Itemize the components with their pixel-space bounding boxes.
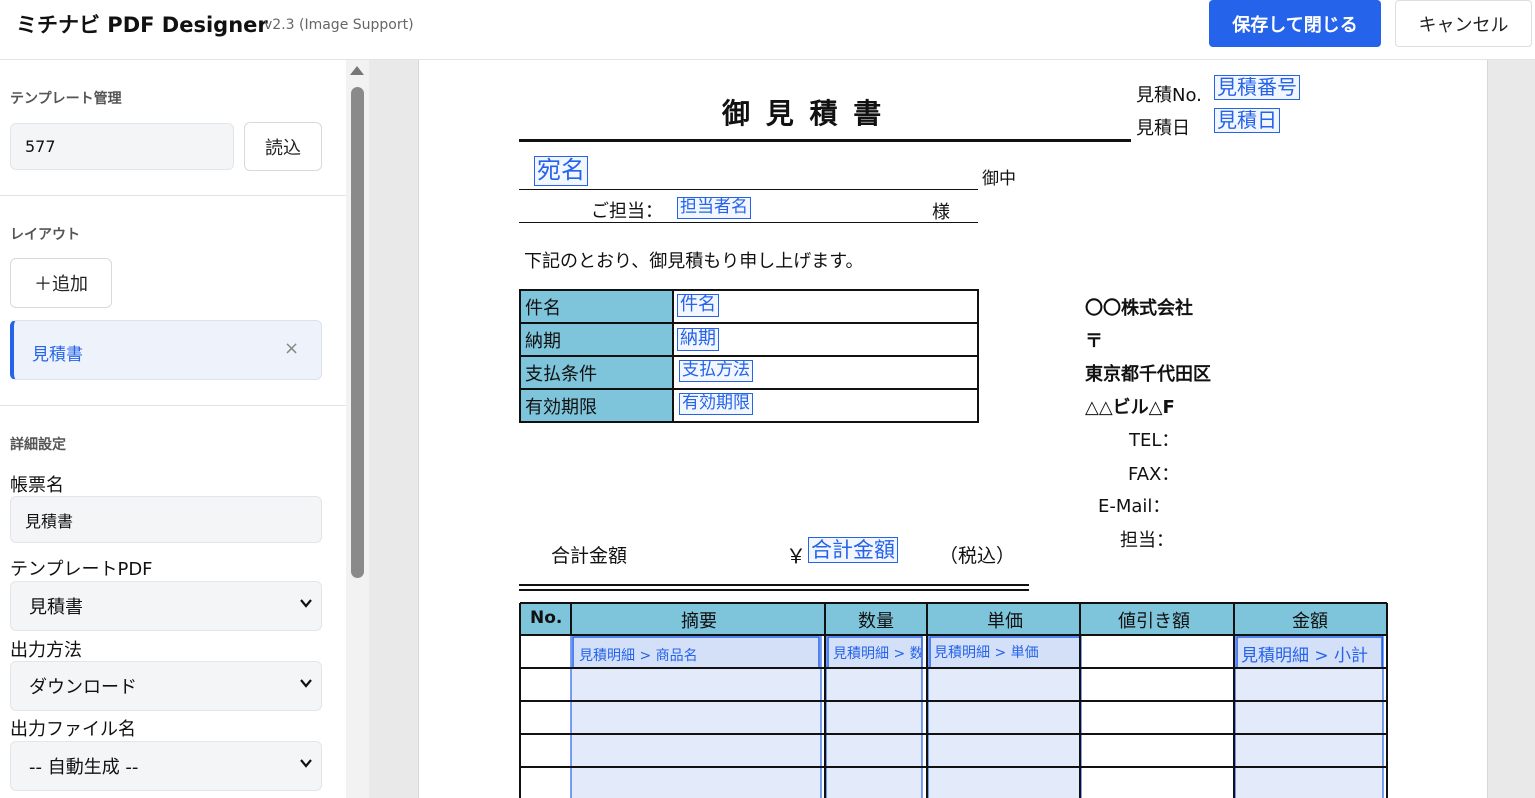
info-label: 支払条件	[525, 364, 597, 385]
app-header: ミチナビ PDF Designer v2.3 (Image Support) 保…	[0, 0, 1535, 60]
output-method-select[interactable]: ダウンロード	[10, 661, 322, 711]
load-button[interactable]: 読込	[244, 122, 322, 171]
scroll-up-arrow-icon[interactable]	[350, 66, 364, 75]
chevron-down-icon	[300, 599, 312, 608]
addressee-field[interactable]: 宛名	[534, 156, 588, 186]
detail-qty-field[interactable]: 見積明細 > 数	[833, 643, 921, 663]
form-name-label: 帳票名	[10, 475, 64, 496]
sama-label: 様	[932, 202, 950, 223]
add-layout-button[interactable]: ＋追加	[10, 258, 112, 308]
output-filename-label: 出力ファイル名	[10, 719, 136, 740]
chevron-down-icon	[300, 759, 312, 768]
table-header: 単価	[987, 611, 1023, 632]
cancel-button[interactable]: キャンセル	[1395, 0, 1532, 47]
company-tel: TEL：	[1129, 430, 1180, 451]
table-header: No.	[530, 608, 563, 628]
detail-section-title: 詳細設定	[10, 437, 66, 453]
addressee-underline	[519, 189, 978, 190]
company-address2: △△ビル△F	[1085, 397, 1175, 418]
company-fax: FAX：	[1128, 464, 1180, 485]
total-underline-top	[519, 584, 1029, 586]
divider	[0, 195, 346, 196]
template-pdf-value: 見積書	[29, 597, 83, 618]
detail-table-grid	[519, 602, 1388, 798]
intro-text: 下記のとおり、御見積もり申し上げます。	[524, 251, 864, 272]
app-version: v2.3 (Image Support)	[264, 17, 414, 33]
template-section-title: テンプレート管理	[10, 91, 122, 107]
table-header: 数量	[858, 611, 894, 632]
info-label: 件名	[525, 298, 561, 319]
close-icon[interactable]: ×	[284, 338, 299, 359]
divider	[0, 405, 346, 406]
yen-sign: ￥	[786, 544, 806, 568]
quote-date-field[interactable]: 見積日	[1214, 108, 1280, 133]
table-header: 摘要	[681, 611, 717, 632]
contact-field[interactable]: 担当者名	[677, 197, 751, 219]
layout-section-title: レイアウト	[10, 227, 80, 243]
save-and-close-button[interactable]: 保存して閉じる	[1209, 0, 1381, 47]
total-label: 合計金額	[551, 545, 628, 567]
layout-item[interactable]: 見積書 ×	[10, 320, 322, 380]
quote-no-label: 見積No.	[1136, 85, 1202, 106]
scroll-thumb[interactable]	[351, 87, 364, 578]
app-title: ミチナビ PDF Designer	[16, 13, 268, 37]
table-header: 値引き額	[1118, 611, 1190, 632]
company-person: 担当：	[1120, 530, 1174, 551]
info-label: 納期	[525, 331, 561, 352]
output-method-label: 出力方法	[10, 640, 82, 661]
info-label: 有効期限	[525, 397, 597, 418]
company-email: E-Mail：	[1098, 496, 1171, 517]
document-title: 御 見 積 書	[722, 97, 885, 130]
onchu-label: 御中	[982, 169, 1016, 189]
form-name-input[interactable]: 見積書	[10, 496, 322, 543]
detail-price-field[interactable]: 見積明細 > 単価	[934, 642, 1039, 662]
total-field[interactable]: 合計金額	[808, 537, 898, 564]
company-postal: 〒	[1085, 331, 1103, 352]
contact-underline	[519, 222, 978, 223]
output-filename-select[interactable]: -- 自動生成 --	[10, 741, 322, 791]
template-pdf-select[interactable]: 見積書	[10, 581, 322, 631]
contact-label: ご担当：	[591, 201, 663, 222]
title-underline	[519, 139, 1131, 142]
layout-item-label: 見積書	[32, 345, 83, 365]
template-id-input[interactable]: 577	[10, 123, 234, 170]
sidebar: テンプレート管理 577 読込 レイアウト ＋追加 見積書 × 詳細設定 帳票名…	[0, 60, 346, 798]
info-field[interactable]: 件名	[677, 294, 719, 317]
detail-amount-field[interactable]: 見積明細 > 小計	[1241, 641, 1368, 666]
output-filename-value: -- 自動生成 --	[29, 757, 139, 778]
chevron-down-icon	[300, 679, 312, 688]
info-field[interactable]: 有効期限	[679, 393, 753, 415]
company-name: 〇〇株式会社	[1085, 298, 1193, 319]
quote-date-label: 見積日	[1136, 118, 1190, 139]
template-pdf-label: テンプレートPDF	[10, 559, 153, 580]
quote-no-field[interactable]: 見積番号	[1214, 75, 1300, 100]
detail-name-field[interactable]: 見積明細 > 商品名	[579, 645, 698, 665]
company-address1: 東京都千代田区	[1085, 364, 1211, 385]
total-underline-bottom	[519, 589, 1029, 591]
output-method-value: ダウンロード	[29, 677, 137, 698]
tax-note: （税込）	[939, 545, 1016, 567]
table-header: 金額	[1292, 611, 1328, 632]
info-field[interactable]: 納期	[677, 328, 719, 351]
info-field[interactable]: 支払方法	[679, 360, 753, 382]
